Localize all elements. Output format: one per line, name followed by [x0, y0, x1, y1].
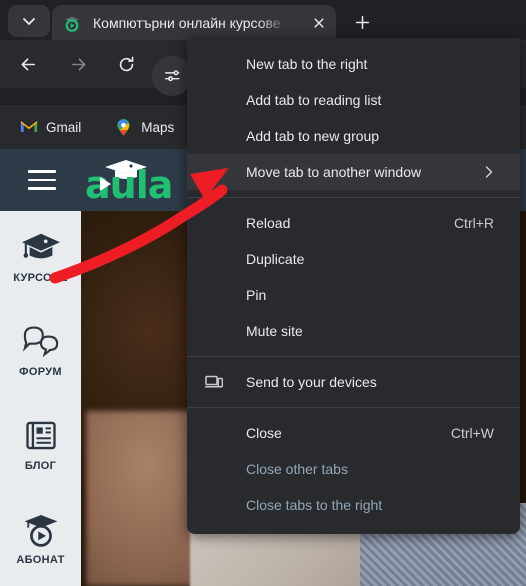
menu-item-new-tab-to-the-right[interactable]: New tab to the right — [187, 46, 520, 82]
chat-bubbles-icon — [20, 321, 62, 361]
menu-item-label: Close other tabs — [246, 461, 348, 477]
menu-item-label: Move tab to another window — [246, 164, 422, 180]
new-tab-button[interactable] — [348, 8, 376, 36]
google-maps-icon — [115, 118, 132, 136]
sidebar-item-forum[interactable]: ФОРУМ — [0, 313, 81, 391]
menu-separator — [187, 356, 520, 357]
menu-item-label: Reload — [246, 215, 291, 231]
menu-item-label: New tab to the right — [246, 56, 368, 72]
sidebar-item-kursove[interactable]: КУРСОВЕ — [0, 219, 81, 297]
sidebar-item-blog[interactable]: БЛОГ — [0, 407, 81, 485]
gmail-icon — [20, 119, 38, 136]
chevron-right-icon — [484, 165, 494, 179]
menu-item-accelerator: Ctrl+R — [453, 215, 494, 231]
menu-item-label: Close tabs to the right — [246, 497, 383, 513]
bookmark-maps[interactable]: Maps — [109, 113, 180, 141]
forward-button[interactable] — [64, 50, 92, 78]
reload-button[interactable] — [112, 50, 140, 78]
menu-item-send-to-your-devices[interactable]: Send to your devices — [187, 364, 520, 400]
sidebar-item-abonat[interactable]: АБОНАТ — [0, 501, 81, 579]
tab-context-menu: New tab to the right Add tab to reading … — [187, 38, 520, 534]
menu-item-label: Pin — [246, 287, 267, 303]
tune-button[interactable] — [152, 56, 192, 96]
sidebar-item-label: ФОРУМ — [19, 366, 62, 378]
tab-search-button[interactable] — [8, 5, 50, 37]
bookmark-gmail[interactable]: Gmail — [14, 113, 87, 141]
menu-item-label: Close — [246, 425, 282, 441]
back-button[interactable] — [14, 50, 42, 78]
menu-item-close-other-tabs[interactable]: Close other tabs — [187, 451, 520, 487]
sidebar-item-label: БЛОГ — [24, 460, 57, 472]
menu-item-duplicate[interactable]: Duplicate — [187, 241, 520, 277]
menu-item-reload[interactable]: Reload Ctrl+R — [187, 205, 520, 241]
menu-item-pin[interactable]: Pin — [187, 277, 520, 313]
browser-tab[interactable]: Компютърни онлайн курсове — [52, 5, 336, 40]
menu-item-add-tab-to-reading-list[interactable]: Add tab to reading list — [187, 82, 520, 118]
menu-item-move-tab-to-another-window[interactable]: Move tab to another window — [187, 154, 520, 190]
menu-item-label: Send to your devices — [246, 374, 377, 390]
cap-play-icon — [20, 509, 62, 549]
menu-item-mute-site[interactable]: Mute site — [187, 313, 520, 349]
arrow-right-icon — [71, 57, 85, 71]
reload-icon — [119, 56, 133, 71]
sliders-icon — [164, 70, 180, 82]
arrow-left-icon — [21, 57, 35, 71]
menu-item-label: Duplicate — [246, 251, 305, 267]
menu-item-close[interactable]: Close Ctrl+W — [187, 415, 520, 451]
close-icon[interactable] — [310, 14, 328, 32]
menu-item-accelerator: Ctrl+W — [450, 425, 494, 441]
site-sidebar-rail: КУРСОВЕ ФОРУМ БЛОГ АБОНАТ — [0, 211, 81, 586]
sidebar-item-label: АБОНАТ — [16, 554, 65, 566]
browser-window: aula КУРСОВЕ ФОРУМ БЛОГ АБОНАТ Компютърн… — [0, 0, 526, 586]
menu-item-add-tab-to-new-group[interactable]: Add tab to new group — [187, 118, 520, 154]
menu-separator — [187, 197, 520, 198]
bookmark-label: Maps — [141, 119, 175, 135]
play-icon — [91, 171, 117, 197]
bookmark-label: Gmail — [46, 119, 82, 135]
menu-item-close-tabs-to-the-right[interactable]: Close tabs to the right — [187, 487, 520, 523]
plus-icon — [355, 15, 369, 29]
graduation-cap-icon — [20, 227, 62, 267]
tab-strip: Компютърни онлайн курсове — [0, 0, 526, 40]
devices-icon — [204, 374, 224, 391]
menu-item-label: Mute site — [246, 323, 303, 339]
site-logo[interactable]: aula — [85, 159, 173, 205]
menu-item-label: Add tab to reading list — [246, 92, 382, 108]
chevron-down-icon — [23, 18, 35, 25]
menu-item-label: Add tab to new group — [246, 128, 380, 144]
sidebar-item-label: КУРСОВЕ — [13, 272, 68, 284]
news-book-icon — [20, 415, 62, 455]
menu-separator — [187, 407, 520, 408]
tab-title: Компютърни онлайн курсове — [93, 14, 281, 31]
hamburger-icon[interactable] — [28, 170, 56, 190]
aula-logo-favicon — [63, 14, 81, 32]
